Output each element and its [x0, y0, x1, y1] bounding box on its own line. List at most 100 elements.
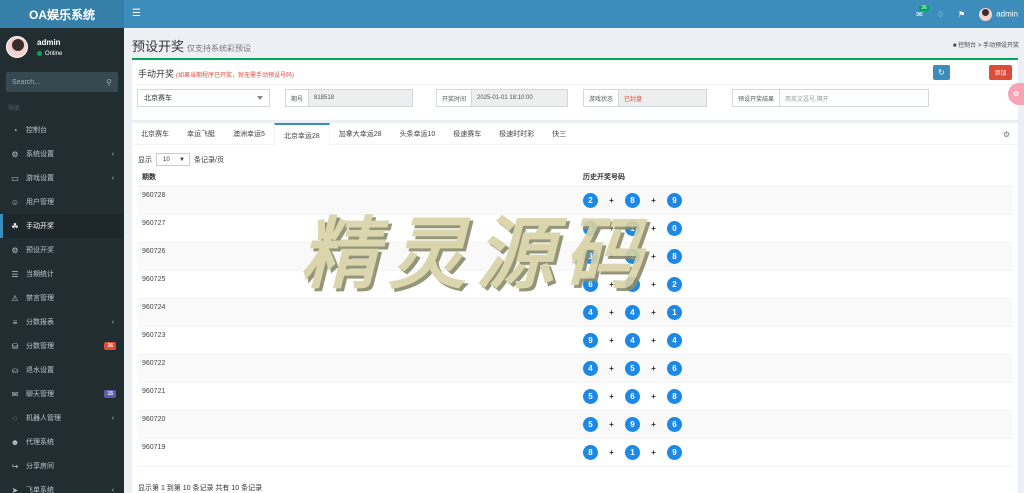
table-row: 960725 6 +1 +2 [138, 271, 1012, 299]
mail-icon[interactable]: ✉ 36 [916, 4, 929, 19]
time-label: 开奖时间 [436, 89, 473, 107]
tab[interactable]: 头条幸运10 [391, 123, 445, 145]
tab[interactable]: 幸运飞艇 [178, 123, 224, 145]
sidebar-item[interactable]: ☘ 手动开奖 [0, 214, 124, 238]
plus-sign: + [651, 196, 656, 205]
bell-icon[interactable]: ♢ [937, 10, 944, 19]
period-field: 818518 [309, 89, 414, 107]
chevron-left-icon: ‹ [111, 414, 114, 422]
sidebar-item[interactable]: ◔ 控制台 [0, 118, 124, 142]
period-cell: 960728 [142, 192, 166, 199]
tab[interactable]: 北京赛车 [132, 123, 178, 145]
table-header: 期数 历史开奖号码 [138, 172, 1012, 187]
status-group: 游戏状态 已封盘 [583, 89, 708, 107]
warning-icon: ⚠ [11, 293, 19, 303]
refresh-button[interactable]: ↻ [933, 65, 950, 80]
number-ball: 5 [583, 389, 598, 404]
number-ball: 2 [667, 277, 682, 292]
page-size-select[interactable]: 10 ▼ [156, 153, 190, 166]
app-logo[interactable]: OA娱乐系统 [0, 0, 124, 28]
sidebar-item-label: 飞单系统 [26, 487, 54, 493]
box-title: 手动开奖 (如果当期程序已开奖，就无需手动预设号码) [138, 69, 295, 79]
col-period-header[interactable]: 期数 [138, 172, 577, 185]
period-cell: 960723 [142, 332, 166, 339]
sidebar-item[interactable]: ≡ 分数报表 ‹ [0, 310, 124, 334]
breadcrumb: ■ 控制台 > 手动预设开奖 [952, 43, 1019, 49]
search-icon[interactable]: ⚲ [106, 78, 112, 87]
preset-group: 预设开奖结果 用英文逗号,隔开 [732, 89, 930, 107]
period-label: 期号 [285, 89, 310, 107]
side-float-tab[interactable]: ✿ [1008, 83, 1024, 105]
sidebar-item[interactable]: ↪ 分享房间 [0, 454, 124, 478]
page-title: 预设开奖 仅支持系统彩预设 [132, 39, 252, 54]
table-row: 960728 2 +8 +9 [138, 187, 1012, 215]
tab[interactable]: 快三 [543, 123, 575, 145]
history-table: 期数 历史开奖号码 960728 2 +8 +9 960727 1 +1 +0 960726 3 +… [138, 172, 1012, 467]
chevron-left-icon: ‹ [111, 486, 114, 493]
plus-sign: + [651, 420, 656, 429]
numbers-cell: 4 +4 +1 [577, 305, 682, 320]
sidebar-item-label: 分数管理 [26, 343, 54, 350]
plus-sign: + [651, 336, 656, 345]
breadcrumb-home[interactable]: 控制台 [958, 43, 976, 49]
period-cell: 960725 [142, 276, 166, 283]
sidebar-item[interactable]: ☻ 代理系统 [0, 430, 124, 454]
menu-toggle-icon[interactable]: ☰ [132, 8, 141, 19]
game-select[interactable]: 北京赛车 [137, 89, 270, 107]
sidebar-item-label: 系统设置 [26, 151, 54, 158]
flag-icon[interactable]: ⚑ [958, 10, 965, 19]
sidebar-item[interactable]: ⚙ 预设开奖 [0, 238, 124, 262]
chat-icon: ✉ [11, 389, 19, 399]
sidebar-item[interactable]: ⚙ 系统设置 ‹ [0, 142, 124, 166]
database-icon: ⛁ [11, 341, 19, 351]
time-group: 开奖时间 2025-01-01 18:10:00 [436, 89, 569, 107]
number-ball: 5 [625, 361, 640, 376]
time-field: 2025-01-01 18:10:00 [472, 89, 569, 107]
number-ball: 4 [625, 333, 640, 348]
plus-sign: + [651, 308, 656, 317]
period-group: 期号 818518 [285, 89, 414, 107]
sidebar-item-label: 手动开奖 [26, 223, 54, 230]
sidebar-item[interactable]: ⚠ 禁言管理 [0, 286, 124, 310]
sidebar-item[interactable]: ✉ 聊天管理 15 [0, 382, 124, 406]
chevron-down-icon [257, 96, 263, 100]
sidebar-item[interactable]: ⛁ 分数管理 36 [0, 334, 124, 358]
sidebar-item[interactable]: ▭ 游戏设置 ‹ [0, 166, 124, 190]
sidebar-search-input[interactable] [12, 78, 107, 86]
col-history-header[interactable]: 历史开奖号码 [577, 172, 625, 185]
tab[interactable]: 极速时时彩 [490, 123, 543, 145]
number-ball: 6 [625, 389, 640, 404]
add-button[interactable]: 添加 [989, 65, 1012, 80]
sidebar-item[interactable]: ☰ 当期统计 [0, 262, 124, 286]
number-ball: 8 [583, 445, 598, 460]
avatar [979, 7, 993, 21]
tab[interactable]: 北京幸运28 [273, 123, 330, 146]
user-menu[interactable]: admin [979, 7, 1018, 21]
tab[interactable]: 澳洲幸运5 [224, 123, 274, 145]
gear-icon[interactable]: ⚙ [1003, 130, 1010, 139]
sidebar-item[interactable]: ⛀ 退水设置 [0, 358, 124, 382]
sidebar-item[interactable]: ☺ 用户管理 [0, 190, 124, 214]
show-label: 显示 [138, 156, 152, 164]
top-user-name: admin [996, 9, 1018, 19]
warning-text: (如果当期程序已开奖，就无需手动预设号码) [176, 73, 295, 79]
number-ball: 9 [625, 417, 640, 432]
sidebar-item[interactable]: ◌ 机器人管理 ‹ [0, 406, 124, 430]
number-ball: 4 [583, 305, 598, 320]
number-ball: 9 [667, 193, 682, 208]
online-dot-icon [37, 51, 42, 56]
plus-sign: + [651, 224, 656, 233]
number-ball: 2 [583, 193, 598, 208]
plus-sign: + [609, 252, 614, 261]
table-body: 960728 2 +8 +9 960727 1 +1 +0 960726 3 +1 +8 960725 6… [138, 187, 1012, 467]
count-badge: 15 [104, 390, 116, 398]
plus-sign: + [609, 448, 614, 457]
numbers-cell: 5 +6 +8 [577, 389, 682, 404]
number-ball: 1 [625, 249, 640, 264]
tab[interactable]: 极速赛车 [444, 123, 490, 145]
tab[interactable]: 加拿大幸运28 [330, 123, 391, 145]
plus-sign: + [651, 392, 656, 401]
numbers-cell: 6 +1 +2 [577, 277, 682, 292]
sidebar-item[interactable]: ➤ 飞单系统 ‹ [0, 478, 124, 493]
preset-input[interactable]: 用英文逗号,隔开 [780, 89, 930, 107]
